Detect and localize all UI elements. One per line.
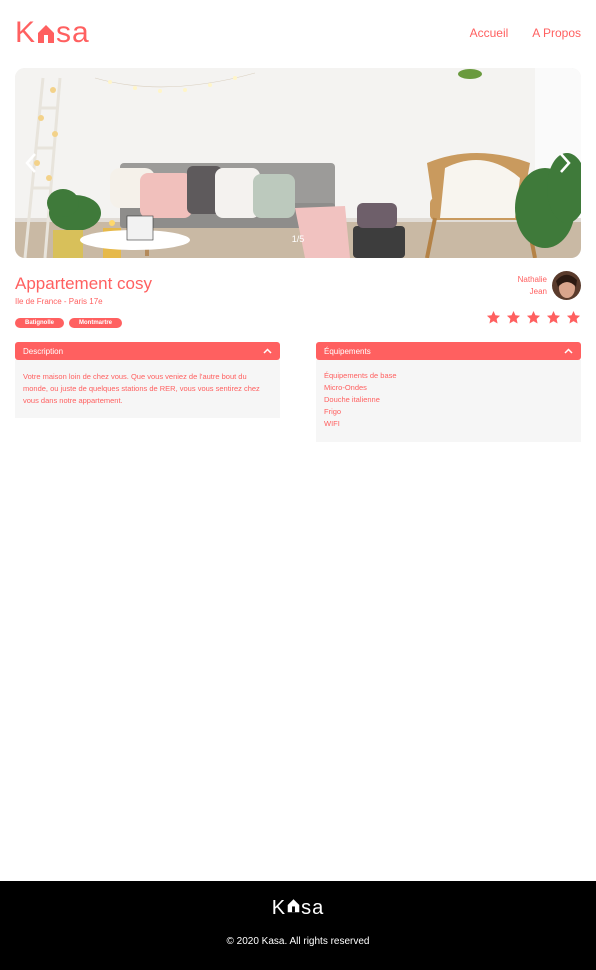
chevron-up-icon xyxy=(263,348,272,354)
star-icon xyxy=(566,310,581,324)
chevron-up-icon xyxy=(564,348,573,354)
house-icon xyxy=(287,897,300,913)
logo-letters-sa: sa xyxy=(301,897,325,919)
description-label: Description xyxy=(23,346,64,356)
carousel-prev-button[interactable] xyxy=(21,148,41,178)
equipment-item: Frigo xyxy=(324,407,342,416)
logo-letters-sa: sa xyxy=(56,16,90,49)
tag-item: Batignolle xyxy=(15,318,65,328)
description-collapse: Description Votre maison loin de chez vo… xyxy=(15,342,280,418)
chevron-right-icon xyxy=(560,153,571,173)
nav-link-home[interactable]: Accueil xyxy=(470,26,509,40)
star-icon xyxy=(506,310,521,324)
apartment-photo xyxy=(15,68,581,258)
nav-link-about[interactable]: A Propos xyxy=(532,26,581,40)
star-icon xyxy=(546,310,561,324)
kasa-logo[interactable]: K sa xyxy=(15,16,90,50)
house-icon xyxy=(37,22,55,44)
equipments-collapse: Équipements Équipements de base Micro-On… xyxy=(316,342,581,442)
equipments-list: Équipements de base Micro-Ondes Douche i… xyxy=(316,360,581,442)
tag-list: Batignolle Montmartre xyxy=(15,318,123,328)
equipment-item: Micro-Ondes xyxy=(324,383,367,392)
listing-title: Appartement cosy xyxy=(15,274,153,293)
chevron-left-icon xyxy=(25,153,36,173)
site-header: K sa Accueil A Propos xyxy=(15,16,581,50)
carousel-next-button[interactable] xyxy=(555,148,575,178)
equipments-label: Équipements xyxy=(324,346,371,356)
star-icon xyxy=(486,310,501,324)
main-nav: Accueil A Propos xyxy=(470,26,581,40)
host-avatar xyxy=(552,271,581,300)
equipment-item: Douche italienne xyxy=(324,395,380,404)
host-first-name: Nathalie xyxy=(517,274,547,284)
equipment-item: Équipements de base xyxy=(324,371,397,380)
equipment-item: WIFI xyxy=(324,419,340,428)
equipments-toggle[interactable]: Équipements xyxy=(316,342,581,360)
tag-item: Montmartre xyxy=(69,318,123,328)
carousel-counter: 1/5 xyxy=(291,234,305,244)
description-text: Votre maison loin de chez vous. Que vous… xyxy=(15,360,280,418)
copyright-text: © 2020 Kasa. All rights reserved xyxy=(226,936,370,947)
site-footer: K sa © 2020 Kasa. All rights reserved xyxy=(0,881,596,970)
description-toggle[interactable]: Description xyxy=(15,342,280,360)
rating-stars xyxy=(486,310,581,325)
host-info: Nathalie Jean xyxy=(518,271,581,300)
logo-letter-k: K xyxy=(271,897,287,919)
footer-logo: K sa xyxy=(0,897,596,920)
listing-location: Ile de France - Paris 17e xyxy=(15,297,103,306)
image-carousel: 1/5 xyxy=(15,68,581,258)
host-name: Nathalie Jean xyxy=(518,274,547,298)
star-icon xyxy=(526,310,541,324)
logo-letter-k: K xyxy=(15,16,37,49)
host-last-name: Jean xyxy=(529,286,547,296)
